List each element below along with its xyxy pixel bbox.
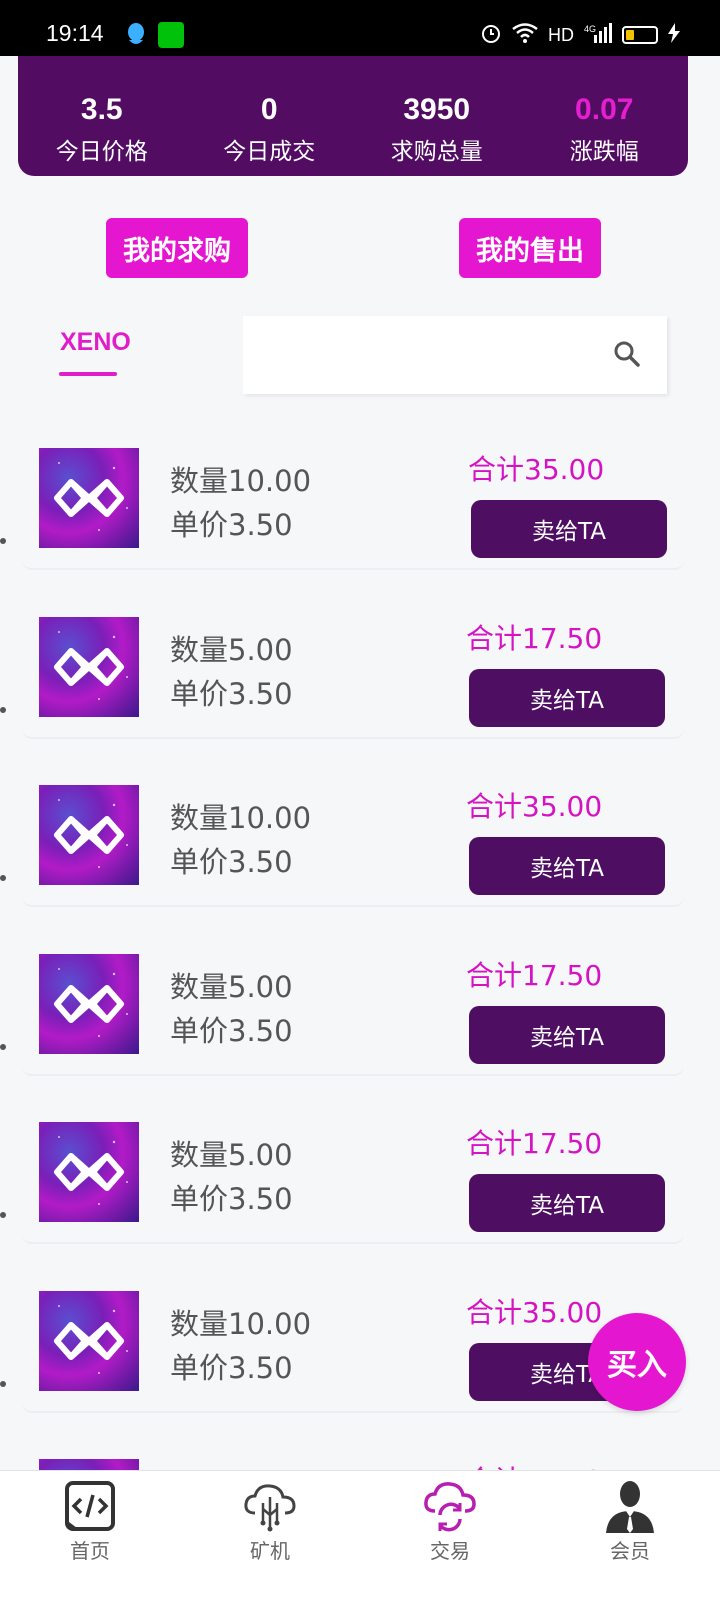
nav-item-miner[interactable]: 矿机 — [180, 1471, 360, 1600]
stat-value: 3.5 — [80, 93, 123, 126]
sell-to-button[interactable]: 卖给TA — [469, 668, 665, 727]
order-total: 合计35.00 — [466, 1295, 603, 1329]
nav-item-member[interactable]: 会员 — [540, 1471, 720, 1600]
bullet-dot — [0, 875, 6, 881]
charging-icon — [668, 22, 680, 48]
order-quantity: 数量10.00 — [170, 464, 312, 498]
nav-label: 交易 — [430, 1539, 470, 1563]
qq-icon — [126, 22, 146, 50]
order-unit-price: 单价3.50 — [170, 1013, 293, 1048]
active-tab-indicator — [59, 372, 117, 376]
list-item: 数量10.00 单价3.50 合计35.00 卖给TA — [0, 747, 684, 907]
bullet-dot — [0, 706, 6, 713]
coin-logo — [39, 1459, 139, 1470]
order-list: 数量10.00 单价3.50 合计35.00 卖给TA 数量5.00 单价3.50 合计17… — [0, 410, 720, 1470]
bottom-nav: 首页 矿机 交易 会员 — [0, 1470, 720, 1600]
list-item: 数量10.00 单价3.50 合计35.00 卖给TA — [0, 1252, 684, 1413]
list-item: 数量5.00 单价3.50 合计17.50 卖给TA — [0, 1084, 684, 1244]
order-total: 合计17.50 — [466, 621, 603, 655]
nav-label: 首页 — [70, 1539, 110, 1563]
search-input[interactable] — [259, 334, 589, 376]
order-unit-price: 单价3.50 — [170, 676, 293, 711]
sell-to-button[interactable]: 卖给TA — [469, 837, 665, 895]
list-item: 合计17.50卖给TA — [22, 1421, 684, 1470]
order-unit-price: 单价3.50 — [170, 1350, 293, 1385]
coin-logo — [39, 953, 139, 1054]
coin-logo — [39, 616, 139, 717]
list-item: 数量5.00 单价3.50 合计17.50 卖给TA — [0, 915, 684, 1076]
iqiyi-icon — [158, 22, 184, 48]
status-time: 19:14 — [46, 20, 104, 46]
my-buy-orders-button[interactable]: 我的求购 — [106, 218, 248, 278]
order-quantity: 数量10.00 — [170, 1306, 312, 1341]
list-item: 数量5.00 单价3.50 合计17.50 卖给TA — [0, 578, 684, 739]
battery-icon — [622, 26, 658, 44]
stat-change: 0.07 涨跌幅 — [521, 56, 689, 176]
sell-to-button[interactable]: 卖给TA — [471, 500, 667, 558]
search-box — [243, 316, 667, 394]
bullet-dot — [0, 1212, 6, 1218]
order-unit-price: 单价3.50 — [170, 845, 293, 879]
status-bar: 19:14 HD 4G — [0, 0, 720, 56]
coin-logo — [39, 1290, 139, 1391]
nav-item-home[interactable]: 首页 — [0, 1471, 180, 1600]
stat-value: 0 — [260, 93, 278, 126]
order-quantity: 数量5.00 — [170, 632, 293, 667]
search-icon[interactable] — [613, 340, 641, 372]
coin-logo — [39, 448, 139, 548]
cloud-sync-icon — [421, 1479, 479, 1537]
status-icons: HD 4G — [480, 20, 680, 50]
cloud-circuit-icon — [241, 1479, 299, 1537]
bullet-dot — [0, 538, 6, 544]
stat-total-demand: 3950 求购总量 — [353, 56, 521, 176]
stat-label: 今日成交 — [223, 139, 316, 165]
tab-xeno[interactable]: XENO — [60, 328, 131, 357]
order-total: 合计17.50 — [466, 958, 603, 992]
svg-text:4G: 4G — [584, 24, 596, 34]
sell-to-button[interactable]: 卖给TA — [469, 1174, 665, 1232]
order-total: 合计17.50 — [466, 1127, 603, 1160]
market-stats: 3.5 今日价格 0 今日成交 3950 求购总量 0.07 涨跌幅 — [18, 56, 688, 176]
stat-label: 今日价格 — [55, 139, 148, 165]
buy-button[interactable]: 买入 — [588, 1313, 686, 1411]
order-quantity: 数量5.00 — [170, 969, 293, 1004]
stat-label: 涨跌幅 — [569, 139, 639, 165]
order-unit-price: 单价3.50 — [170, 1182, 293, 1216]
user-icon — [602, 1479, 658, 1539]
signal-icon: 4G — [584, 22, 612, 48]
stat-today-volume: 0 今日成交 — [186, 56, 354, 176]
list-item: 数量10.00 单价3.50 合计35.00 卖给TA — [0, 410, 684, 570]
nav-label: 会员 — [610, 1539, 650, 1563]
sell-to-button[interactable]: 卖给TA — [469, 1005, 665, 1064]
order-total: 合计17.50 — [466, 1459, 602, 1470]
nav-item-trade[interactable]: 交易 — [360, 1471, 540, 1600]
nav-label: 矿机 — [250, 1539, 290, 1563]
bullet-dot — [0, 1043, 6, 1050]
order-total: 合计35.00 — [466, 790, 603, 823]
order-total: 合计35.00 — [468, 453, 605, 486]
order-unit-price: 单价3.50 — [170, 508, 293, 542]
code-icon — [63, 1479, 117, 1537]
my-sell-orders-button[interactable]: 我的售出 — [459, 218, 601, 278]
stat-label: 求购总量 — [390, 139, 483, 165]
order-quantity: 数量5.00 — [170, 1138, 293, 1172]
stat-today-price: 3.5 今日价格 — [18, 56, 186, 176]
bullet-dot — [0, 1380, 6, 1387]
network-type: HD — [548, 24, 574, 45]
order-quantity: 数量10.00 — [170, 801, 312, 835]
stat-value: 0.07 — [575, 93, 634, 126]
stat-value: 3950 — [403, 93, 471, 126]
coin-logo — [39, 1122, 139, 1222]
wifi-icon — [512, 22, 538, 48]
alarm-icon — [480, 22, 502, 49]
coin-logo — [39, 785, 139, 885]
